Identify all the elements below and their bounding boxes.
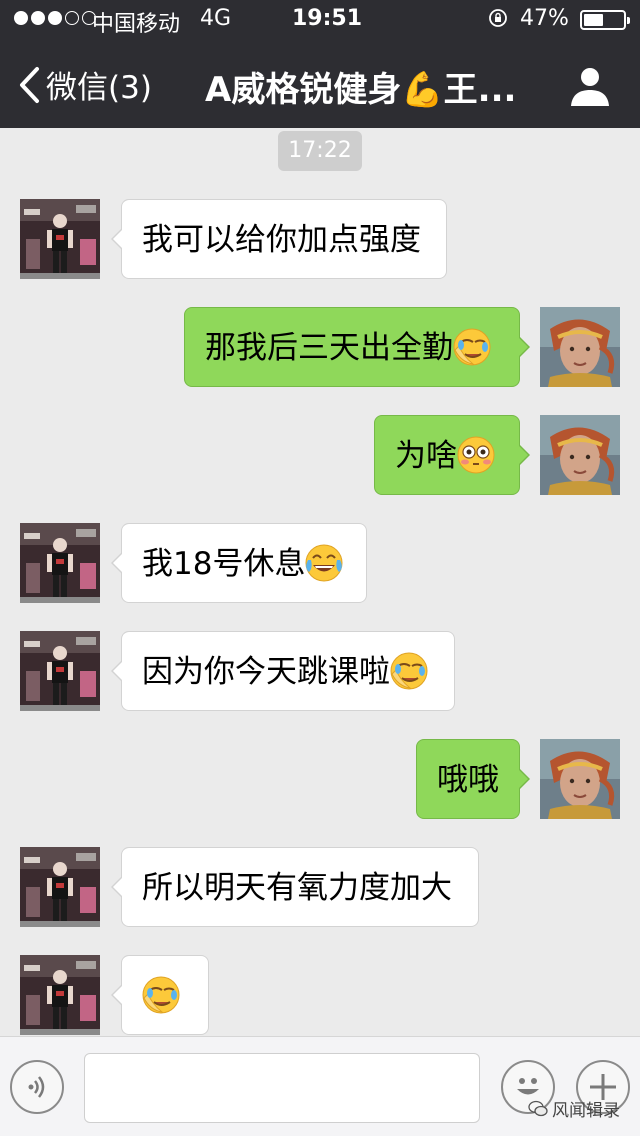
back-label: 微信(3) [46, 70, 152, 106]
received-message-bubble[interactable]: 因为你今天跳课啦 [111, 631, 455, 711]
signal-strength-icon [14, 11, 96, 25]
sent-message-bubble[interactable]: 哦哦 [416, 739, 530, 819]
sent-message-bubble[interactable]: 为啥 [374, 415, 530, 495]
contact-avatar[interactable] [20, 631, 100, 711]
message-text: 因为你今天跳课啦 [142, 654, 390, 690]
received-message-bubble[interactable]: 我18号休息 [111, 523, 367, 603]
flushed-emoji-icon [457, 435, 495, 474]
received-message-bubble[interactable]: 我可以给你加点强度 [111, 199, 447, 279]
message-text: 那我后三天出全勤 [205, 330, 453, 366]
navigation-bar: 微信(3) A威格锐健身💪王... [0, 40, 640, 128]
carrier-name: 中国移动 [92, 12, 181, 37]
message-text: 为啥 [395, 438, 457, 474]
message-text: 哦哦 [437, 762, 499, 798]
received-message-bubble[interactable] [111, 955, 209, 1035]
my-avatar[interactable] [540, 415, 620, 495]
my-avatar[interactable] [540, 739, 620, 819]
message-text: 我可以给你加点强度 [142, 222, 421, 258]
status-time: 19:51 [292, 6, 363, 31]
battery-icon [580, 10, 630, 30]
rotation-lock-icon [489, 9, 507, 27]
battery-percent: 47% [520, 6, 569, 31]
voice-icon [28, 1076, 45, 1098]
contact-avatar[interactable] [20, 199, 100, 279]
network-type: 4G [200, 6, 232, 31]
my-avatar[interactable] [540, 307, 620, 387]
contact-avatar[interactable] [20, 955, 100, 1035]
watermark-text: 风闻辑录 [552, 1101, 620, 1121]
message-input-bar [0, 1036, 640, 1136]
message-text: 所以明天有氧力度加大 [142, 870, 452, 906]
top-bar: 中国移动 4G 19:51 47% 微信(3) A威格锐健身💪王... [0, 0, 640, 128]
message-text: 我18号休息 [142, 546, 306, 582]
facepalm-emoji-icon [453, 327, 491, 366]
received-message-bubble[interactable]: 所以明天有氧力度加大 [111, 847, 479, 927]
back-button[interactable]: 微信(3) [18, 62, 152, 107]
message-timestamp: 17:22 [278, 131, 362, 171]
sent-message-bubble[interactable]: 那我后三天出全勤 [184, 307, 530, 387]
message-text-field[interactable] [84, 1053, 480, 1123]
watermark: 风闻辑录 [528, 1096, 620, 1121]
chevron-left-icon [20, 66, 39, 103]
facepalm-emoji-icon [142, 975, 180, 1014]
wechat-logo-icon [528, 1100, 548, 1116]
status-bar: 中国移动 4G 19:51 47% [0, 0, 640, 40]
tears-of-joy-emoji-icon [305, 543, 344, 582]
contact-avatar[interactable] [20, 847, 100, 927]
facepalm-emoji-icon [390, 651, 428, 690]
contact-info-icon[interactable] [568, 64, 612, 108]
voice-input-button[interactable] [10, 1060, 64, 1114]
chat-title: A威格锐健身💪王... [205, 70, 517, 110]
contact-avatar[interactable] [20, 523, 100, 603]
